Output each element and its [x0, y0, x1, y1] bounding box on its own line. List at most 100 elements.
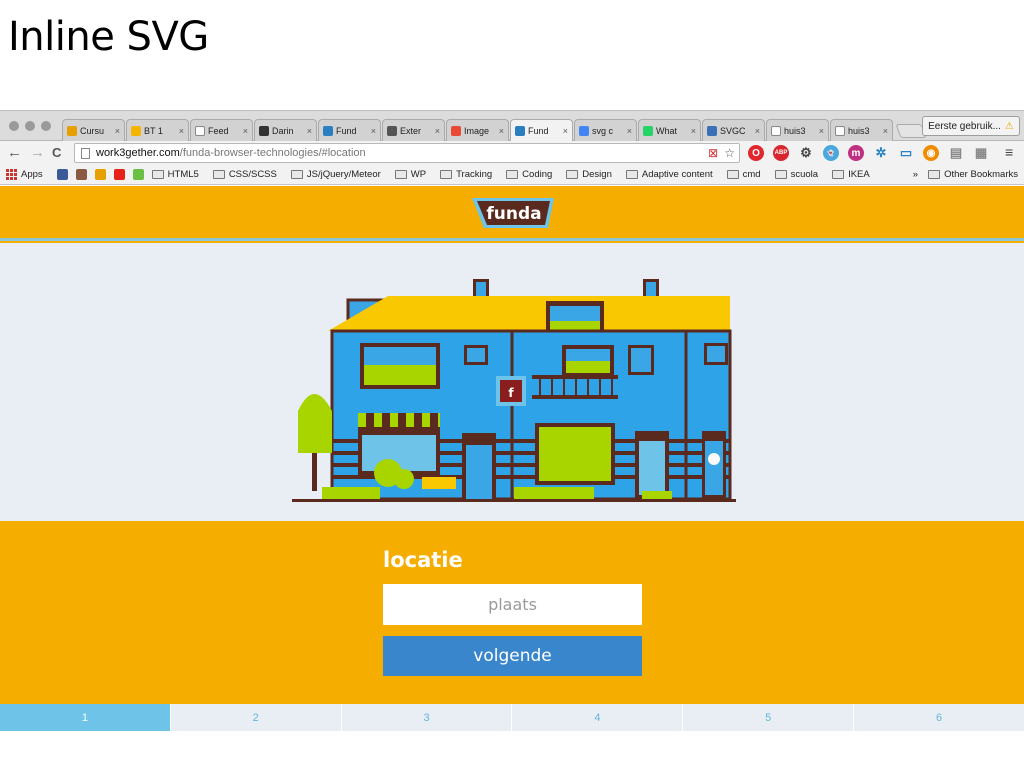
browser-tab[interactable]: Exter ×	[382, 119, 445, 141]
browser-tab[interactable]: SVGC ×	[702, 119, 765, 141]
tab-close-icon[interactable]: ×	[371, 126, 376, 136]
browser-tab[interactable]: Fund ×	[318, 119, 381, 141]
warning-icon: ⚠	[1004, 120, 1014, 132]
step-tab[interactable]: 4	[511, 704, 682, 731]
address-bar[interactable]: work3gether.com/funda-browser-technologi…	[74, 143, 740, 163]
tab-label: Cursu	[80, 125, 105, 136]
tab-label: huis3	[784, 125, 806, 136]
gear-icon[interactable]: ⚙	[798, 145, 814, 161]
bookmark-folder[interactable]: Adaptive content	[625, 169, 713, 180]
plaats-input[interactable]	[383, 584, 642, 625]
browser-tab[interactable]: Cursu ×	[62, 119, 125, 141]
browser-tab[interactable]: Image ×	[446, 119, 509, 141]
reload-button[interactable]: C	[52, 144, 61, 162]
profile-button[interactable]: Eerste gebruik... ⚠	[922, 116, 1020, 136]
bookmark-folder[interactable]: WP	[394, 169, 426, 180]
other-bookmarks-folder[interactable]: Other Bookmarks	[928, 169, 1018, 180]
minimize-window-icon[interactable]	[25, 121, 35, 131]
bookmark-star-icon[interactable]: ☆	[724, 146, 735, 160]
bookmark-folder[interactable]: Tracking	[440, 169, 492, 180]
browser-tab[interactable]: svg c ×	[574, 119, 637, 141]
bookmark-folder[interactable]: Design	[566, 169, 612, 180]
tab-label: Feed	[208, 125, 229, 136]
address-host: work3gether.com	[96, 147, 180, 159]
bookmark-label: CSS/SCSS	[228, 169, 277, 180]
step-tab[interactable]: 1	[0, 704, 170, 731]
bookmark-refresh[interactable]	[132, 169, 144, 180]
funda-logo[interactable]: funda	[470, 197, 556, 229]
apps-grid-icon	[6, 169, 17, 180]
youtube-icon	[113, 169, 125, 180]
blocked-popup-icon[interactable]: ⊠	[708, 146, 718, 160]
tab-close-icon[interactable]: ×	[819, 126, 824, 136]
folder-icon	[566, 170, 579, 179]
tab-close-icon[interactable]: ×	[499, 126, 504, 136]
tab-label: BT 1	[144, 125, 163, 136]
funda-icon	[94, 169, 106, 180]
tab-close-icon[interactable]: ×	[627, 126, 632, 136]
tab-close-icon[interactable]: ×	[435, 126, 440, 136]
browser-tab[interactable]: BT 1 ×	[126, 119, 189, 141]
step-tab[interactable]: 6	[853, 704, 1024, 731]
bookmark-folder[interactable]: HTML5	[151, 169, 199, 180]
back-button[interactable]: ←	[7, 144, 22, 162]
location-form: locatie volgende	[0, 521, 1024, 704]
browser-tab[interactable]: huis3 ×	[766, 119, 829, 141]
tab-close-icon[interactable]: ×	[883, 126, 888, 136]
tab-close-icon[interactable]: ×	[563, 126, 568, 136]
adblock-icon[interactable]: ABP	[773, 145, 789, 161]
maximize-window-icon[interactable]	[41, 121, 51, 131]
tab-close-icon[interactable]: ×	[755, 126, 760, 136]
bookmark-folder[interactable]: cmd	[726, 169, 761, 180]
close-window-icon[interactable]	[9, 121, 19, 131]
forward-button[interactable]: →	[30, 144, 45, 162]
folder-icon	[440, 170, 453, 179]
step-tab[interactable]: 5	[682, 704, 853, 731]
folder-icon	[774, 170, 787, 179]
bookmark-folder[interactable]: Coding	[506, 169, 552, 180]
funda-icon	[67, 125, 77, 136]
screenshot-icon[interactable]: ▭	[898, 145, 914, 161]
opera-icon[interactable]: O	[748, 145, 764, 161]
browser-toolbar: ← → C work3gether.com/funda-browser-tech…	[0, 141, 1024, 165]
bookmark-label: scuola	[790, 169, 819, 180]
step-indicator: 123456	[0, 704, 1024, 731]
browser-tab[interactable]: Darin ×	[254, 119, 317, 141]
css-icon[interactable]: ▦	[973, 145, 989, 161]
folder-icon	[290, 170, 303, 179]
volgende-button[interactable]: volgende	[383, 636, 642, 676]
tab-close-icon[interactable]: ×	[243, 126, 248, 136]
tab-close-icon[interactable]: ×	[179, 126, 184, 136]
colorzilla-icon[interactable]: ◉	[923, 145, 939, 161]
bookmark-folder[interactable]: JS/jQuery/Meteor	[290, 169, 381, 180]
tab-label: Image	[464, 125, 490, 136]
tab-close-icon[interactable]: ×	[115, 126, 120, 136]
m-icon[interactable]: m	[848, 145, 864, 161]
layers-icon[interactable]: ▤	[948, 145, 964, 161]
tab-close-icon[interactable]: ×	[691, 126, 696, 136]
browser-tab[interactable]: huis3 ×	[830, 119, 893, 141]
browser-tab[interactable]: Fund ×	[510, 119, 573, 142]
browser-tab[interactable]: What ×	[638, 119, 701, 141]
network-icon[interactable]: ✲	[873, 145, 889, 161]
apps-shortcut[interactable]: Apps	[6, 169, 43, 180]
bookmark-facebook[interactable]	[56, 169, 68, 180]
tab-list: Cursu × BT 1 × Feed × Darin × Fund × Exter × Image × F…	[62, 119, 927, 142]
bookmark-funda[interactable]	[94, 169, 106, 180]
bookmark-folder[interactable]: scuola	[774, 169, 819, 180]
tab-close-icon[interactable]: ×	[307, 126, 312, 136]
browser-menu-icon[interactable]: ≡	[1005, 144, 1013, 160]
step-tab[interactable]: 3	[340, 704, 512, 731]
step-tab[interactable]: 2	[169, 704, 341, 731]
tab-label: Exter	[400, 125, 422, 136]
folder-icon	[212, 170, 225, 179]
bookmark-instagram[interactable]	[75, 169, 87, 180]
image-icon	[451, 125, 461, 136]
bookmark-youtube[interactable]	[113, 169, 125, 180]
tab-label: SVGC	[720, 125, 746, 136]
bookmark-folder[interactable]: CSS/SCSS	[212, 169, 277, 180]
browser-tab[interactable]: Feed ×	[190, 119, 253, 141]
bookmark-folder[interactable]: IKEA	[832, 169, 870, 180]
bookmarks-more-button[interactable]: »	[913, 169, 918, 180]
ghostery-icon[interactable]: 👻	[823, 145, 839, 161]
